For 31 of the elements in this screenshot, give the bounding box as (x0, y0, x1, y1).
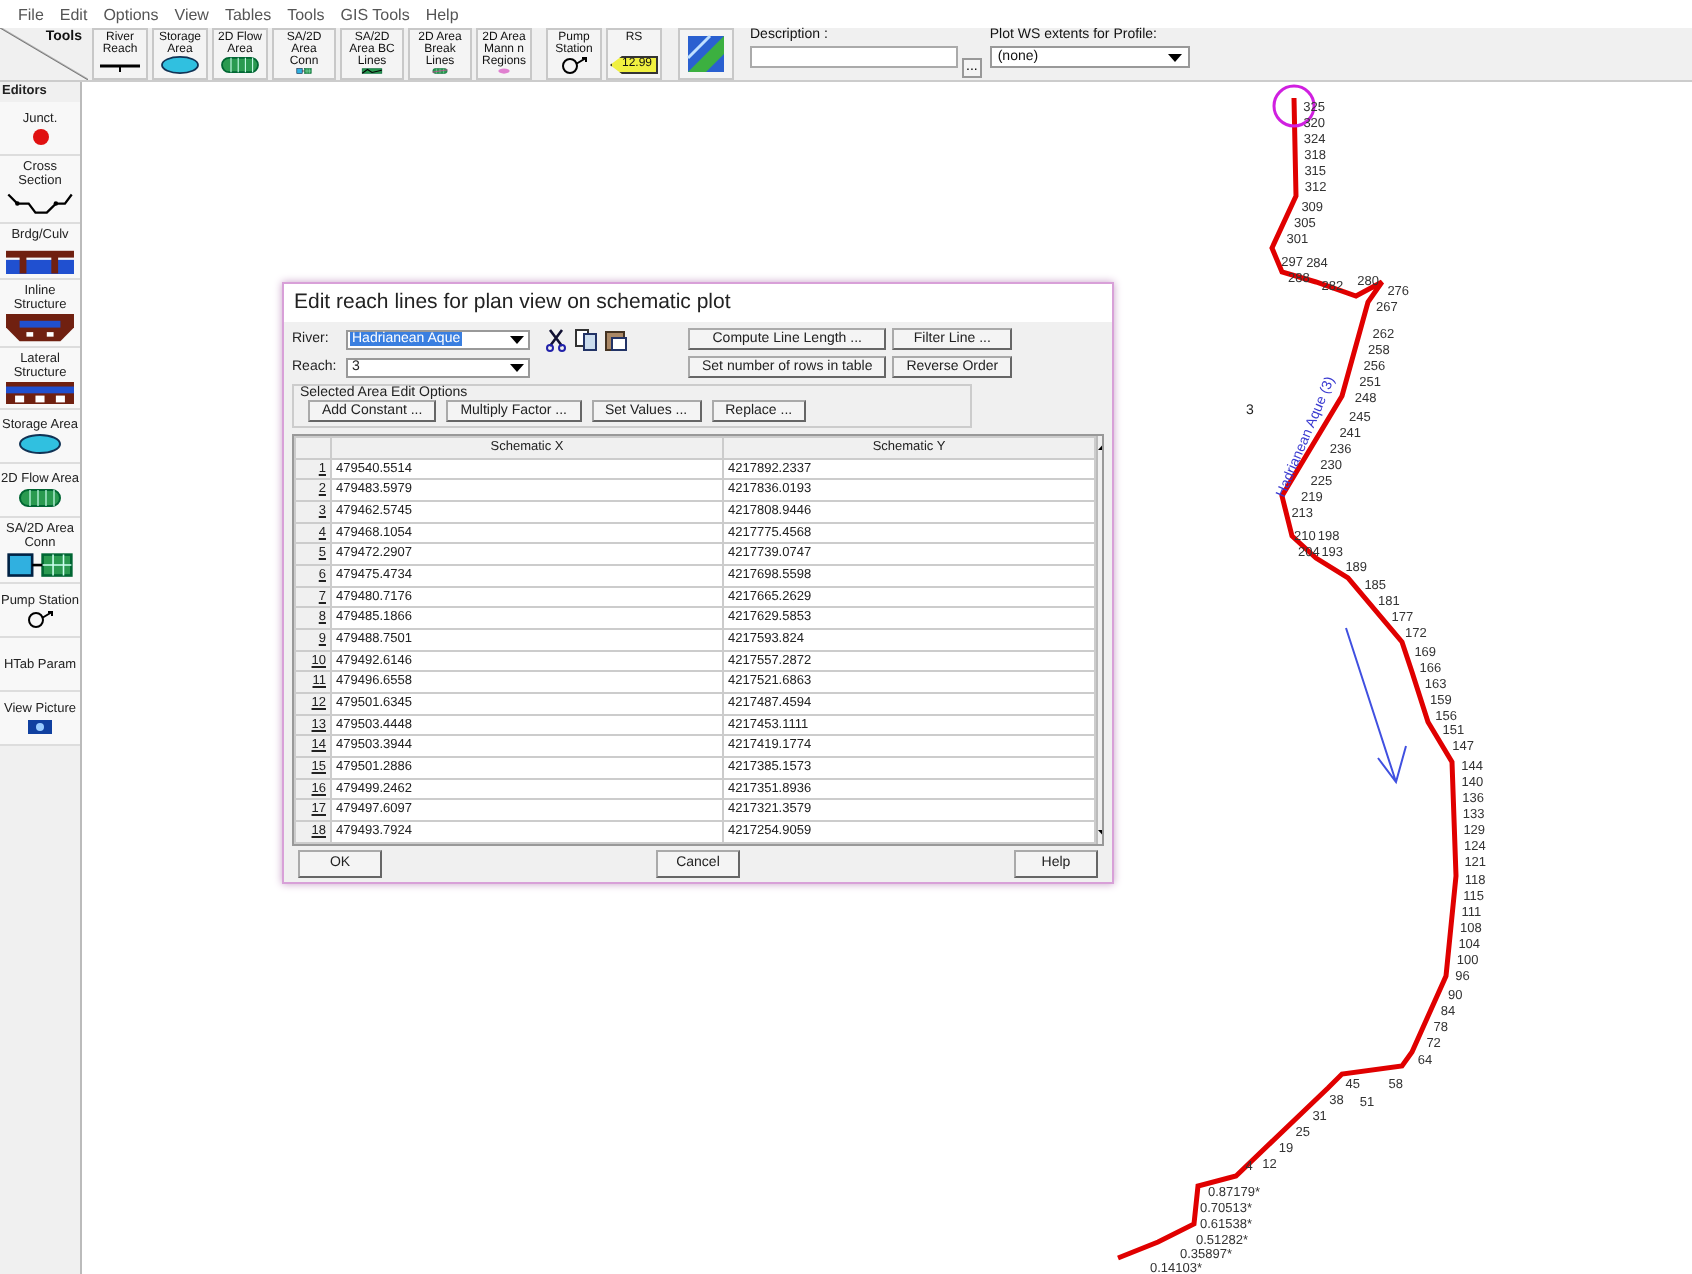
mesh-icon (218, 56, 262, 74)
pump-icon (556, 56, 592, 74)
menu-item[interactable]: Tools (279, 5, 333, 23)
junction-icon (31, 127, 49, 145)
menu-item[interactable]: Options (95, 5, 167, 23)
menu-item[interactable]: Tables (216, 5, 280, 23)
menu-item[interactable]: GIS Tools (332, 5, 418, 23)
caret-icon (1167, 53, 1182, 61)
menu-item[interactable]: Help (417, 5, 467, 23)
mesh-icon (18, 488, 62, 509)
map-button[interactable] (678, 28, 734, 80)
dialog-title: Edit reach lines for plan view on schematic plot (284, 284, 1112, 322)
menu-item[interactable]: Edit (51, 5, 96, 23)
caret-icon (510, 363, 524, 371)
pond-icon (18, 434, 62, 455)
weir-icon (6, 314, 74, 343)
lateral-structure-icon (6, 382, 74, 405)
cross-section-icon (6, 190, 74, 218)
pump-icon (22, 609, 58, 628)
reach-line-icon (98, 62, 142, 74)
scissors-icon (544, 327, 568, 351)
menu-item[interactable]: File (10, 5, 52, 23)
map-icon (686, 33, 726, 73)
camera-icon (26, 718, 54, 735)
caret-icon (510, 335, 524, 343)
description-field[interactable] (750, 46, 958, 68)
menu-item[interactable]: View (166, 5, 217, 23)
pond-icon (158, 56, 202, 74)
paste-icon (604, 327, 628, 351)
copy-icon (574, 327, 598, 351)
connection-icon (6, 552, 74, 579)
